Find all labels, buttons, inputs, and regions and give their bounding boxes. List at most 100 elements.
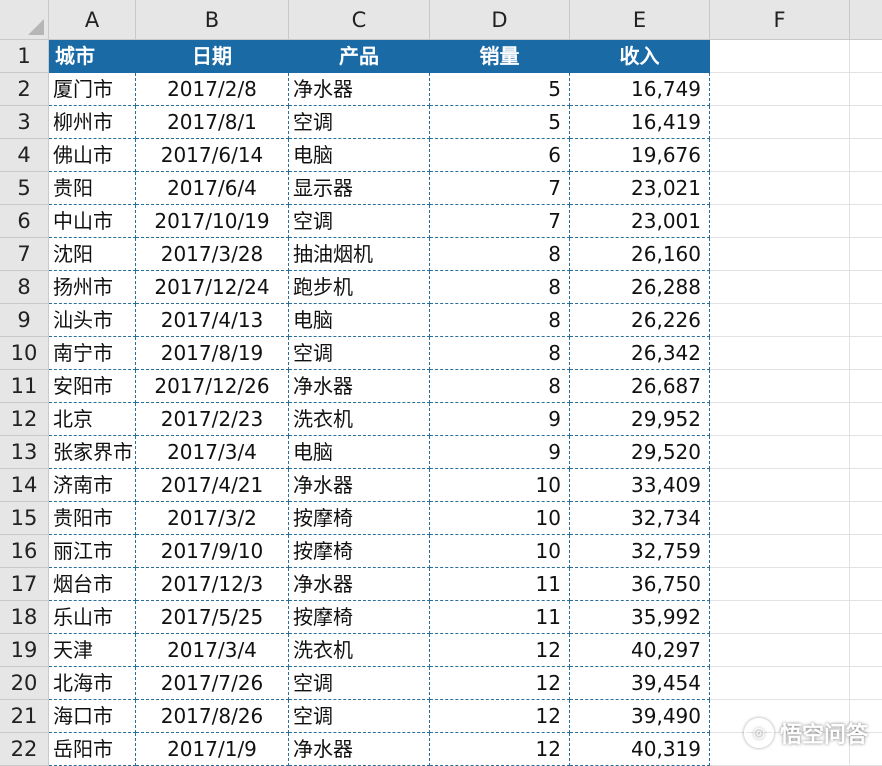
cell-sales[interactable]: 10 [430,469,570,502]
empty-cell[interactable] [710,40,850,73]
header-city[interactable]: 城市 [49,40,136,73]
cell-date[interactable]: 2017/6/4 [136,172,289,205]
column-header-c[interactable]: C [289,0,430,40]
cell-product[interactable]: 净水器 [289,370,430,403]
header-sales[interactable]: 销量 [430,40,570,73]
column-header-f[interactable]: F [710,0,850,40]
empty-cell[interactable] [710,667,850,700]
empty-cell[interactable] [710,106,850,139]
row-header[interactable]: 18 [0,601,49,634]
empty-cell[interactable] [710,568,850,601]
cell-product[interactable]: 空调 [289,700,430,733]
column-header-d[interactable]: D [430,0,570,40]
empty-cell[interactable] [710,469,850,502]
cell-city[interactable]: 厦门市 [49,73,136,106]
row-header[interactable]: 5 [0,172,49,205]
empty-cell[interactable] [850,370,882,403]
empty-cell[interactable] [850,601,882,634]
empty-cell[interactable] [710,205,850,238]
cell-date[interactable]: 2017/10/19 [136,205,289,238]
header-revenue[interactable]: 收入 [570,40,710,73]
cell-product[interactable]: 电脑 [289,304,430,337]
empty-cell[interactable] [850,73,882,106]
empty-cell[interactable] [850,271,882,304]
cell-date[interactable]: 2017/2/8 [136,73,289,106]
cell-city[interactable]: 贵阳 [49,172,136,205]
header-date[interactable]: 日期 [136,40,289,73]
row-header[interactable]: 9 [0,304,49,337]
cell-revenue[interactable]: 40,319 [570,733,710,766]
empty-cell[interactable] [850,667,882,700]
cell-city[interactable]: 岳阳市 [49,733,136,766]
cell-date[interactable]: 2017/12/24 [136,271,289,304]
cell-sales[interactable]: 12 [430,733,570,766]
cell-date[interactable]: 2017/3/28 [136,238,289,271]
cell-sales[interactable]: 8 [430,337,570,370]
cell-city[interactable]: 海口市 [49,700,136,733]
column-header-e[interactable]: E [570,0,710,40]
empty-cell[interactable] [710,535,850,568]
row-header[interactable]: 1 [0,40,49,73]
cell-product[interactable]: 空调 [289,337,430,370]
cell-date[interactable]: 2017/3/2 [136,502,289,535]
cell-product[interactable]: 按摩椅 [289,502,430,535]
column-header-a[interactable]: A [49,0,136,40]
empty-cell[interactable] [850,568,882,601]
cell-revenue[interactable]: 33,409 [570,469,710,502]
cell-product[interactable]: 空调 [289,106,430,139]
cell-sales[interactable]: 5 [430,73,570,106]
row-header[interactable]: 16 [0,535,49,568]
empty-cell[interactable] [850,139,882,172]
cell-product[interactable]: 按摩椅 [289,535,430,568]
cell-product[interactable]: 显示器 [289,172,430,205]
cell-revenue[interactable]: 39,454 [570,667,710,700]
cell-revenue[interactable]: 26,288 [570,271,710,304]
empty-cell[interactable] [710,172,850,205]
cell-product[interactable]: 净水器 [289,568,430,601]
row-header[interactable]: 11 [0,370,49,403]
empty-cell[interactable] [850,436,882,469]
empty-cell[interactable] [710,634,850,667]
cell-product[interactable]: 洗衣机 [289,403,430,436]
row-header[interactable]: 15 [0,502,49,535]
cell-city[interactable]: 南宁市 [49,337,136,370]
cell-revenue[interactable]: 26,226 [570,304,710,337]
cell-date[interactable]: 2017/5/25 [136,601,289,634]
row-header[interactable]: 2 [0,73,49,106]
cell-product[interactable]: 净水器 [289,733,430,766]
row-header[interactable]: 13 [0,436,49,469]
empty-cell[interactable] [850,634,882,667]
cell-date[interactable]: 2017/1/9 [136,733,289,766]
empty-cell[interactable] [710,271,850,304]
column-header-g[interactable] [850,0,882,40]
empty-cell[interactable] [850,106,882,139]
row-header[interactable]: 12 [0,403,49,436]
cell-sales[interactable]: 5 [430,106,570,139]
cell-date[interactable]: 2017/12/26 [136,370,289,403]
cell-sales[interactable]: 6 [430,139,570,172]
row-header[interactable]: 22 [0,733,49,766]
cell-revenue[interactable]: 39,490 [570,700,710,733]
empty-cell[interactable] [850,238,882,271]
cell-product[interactable]: 洗衣机 [289,634,430,667]
cell-revenue[interactable]: 19,676 [570,139,710,172]
cell-sales[interactable]: 8 [430,370,570,403]
cell-city[interactable]: 济南市 [49,469,136,502]
cell-city[interactable]: 北海市 [49,667,136,700]
cell-product[interactable]: 空调 [289,205,430,238]
row-header[interactable]: 10 [0,337,49,370]
row-header[interactable]: 14 [0,469,49,502]
cell-sales[interactable]: 12 [430,634,570,667]
cell-date[interactable]: 2017/8/19 [136,337,289,370]
empty-cell[interactable] [850,403,882,436]
cell-revenue[interactable]: 32,759 [570,535,710,568]
empty-cell[interactable] [850,337,882,370]
cell-product[interactable]: 抽油烟机 [289,238,430,271]
cell-revenue[interactable]: 23,021 [570,172,710,205]
cell-revenue[interactable]: 26,160 [570,238,710,271]
cell-city[interactable]: 乐山市 [49,601,136,634]
cell-city[interactable]: 烟台市 [49,568,136,601]
cell-sales[interactable]: 11 [430,568,570,601]
empty-cell[interactable] [710,403,850,436]
cell-city[interactable]: 天津 [49,634,136,667]
